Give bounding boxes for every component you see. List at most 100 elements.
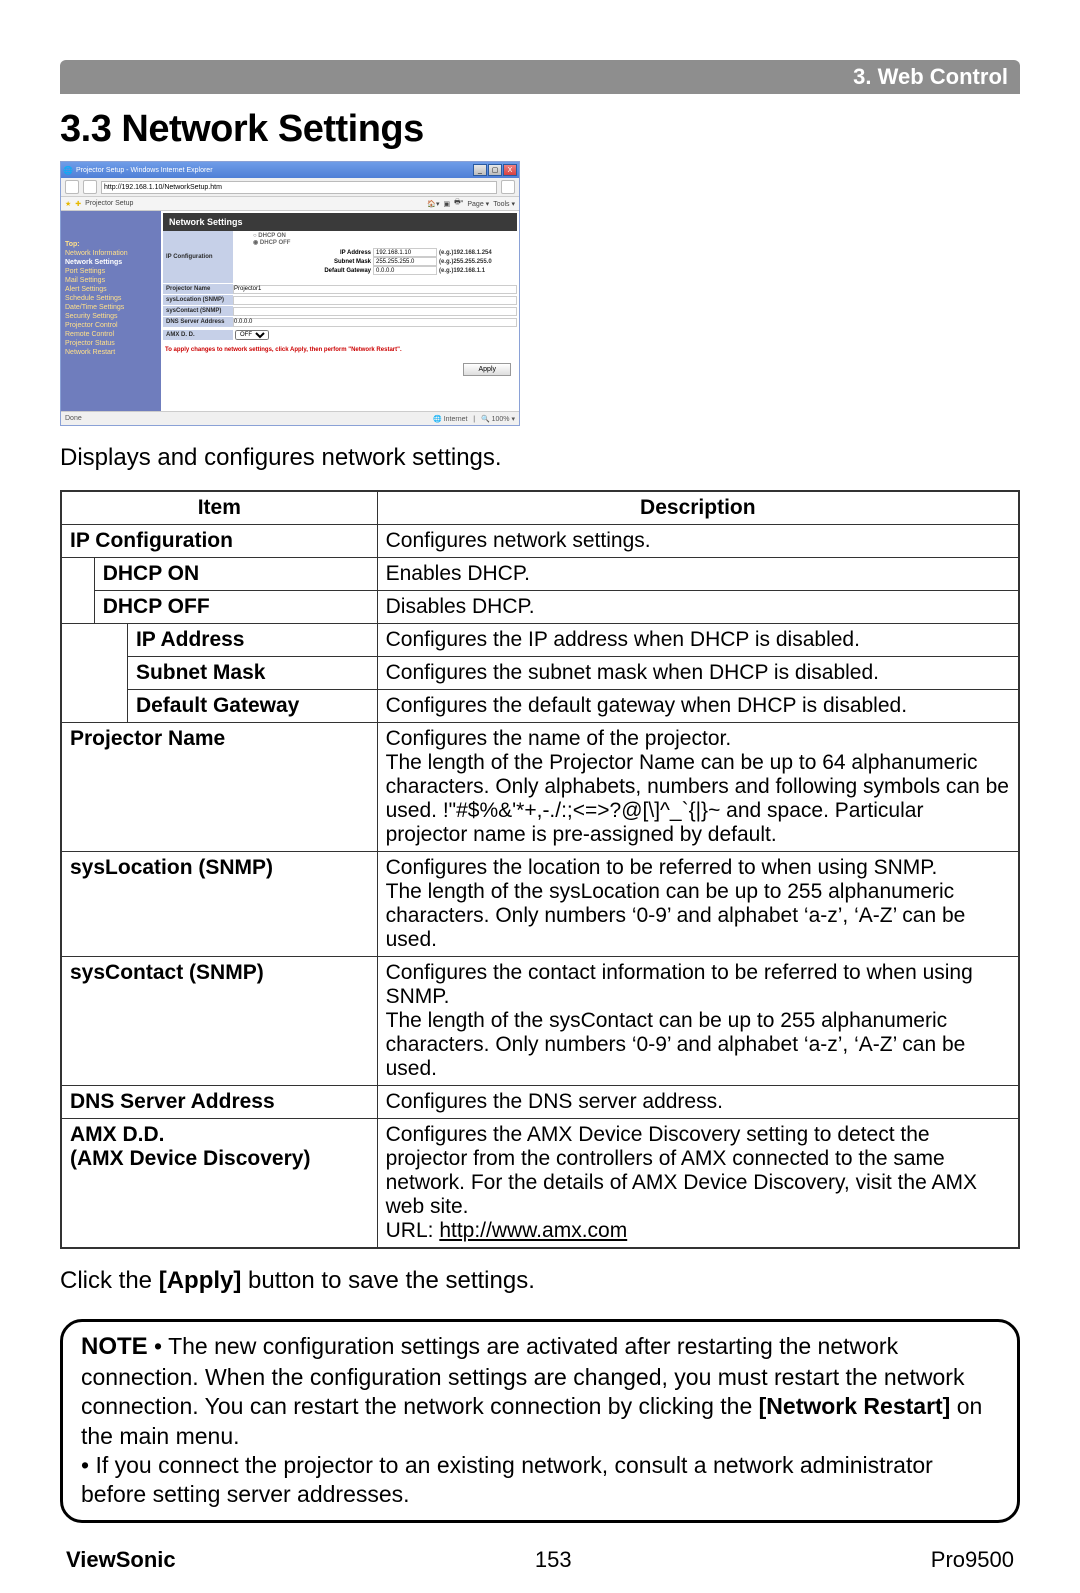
note-box: NOTE • The new configuration settings ar… bbox=[60, 1319, 1020, 1523]
indent-spacer bbox=[61, 591, 94, 624]
projector-name-input[interactable]: Projector1 bbox=[233, 285, 517, 294]
maximize-button[interactable]: ▢ bbox=[488, 164, 502, 176]
description-cell: Configures the location to be referred t… bbox=[377, 852, 1019, 957]
screenshot-figure: 🌐 Projector Setup - Windows Internet Exp… bbox=[60, 161, 1020, 426]
dns-input[interactable]: 0.0.0.0 bbox=[233, 318, 517, 327]
subnet-mask-input[interactable]: 255.255.255.0 bbox=[373, 257, 437, 266]
close-button[interactable]: X bbox=[503, 164, 517, 176]
ip-address-label: IP Address bbox=[303, 249, 373, 257]
sidebar-item-alert-settings[interactable]: Alert Settings bbox=[65, 286, 157, 293]
item-cell: AMX D.D. (AMX Device Discovery) bbox=[61, 1119, 377, 1249]
apply-instruction: Click the [Apply] button to save the set… bbox=[60, 1267, 1020, 1295]
print-icon[interactable]: 🖶▾ bbox=[454, 198, 463, 209]
settings-table: Item Description IP ConfigurationConfigu… bbox=[60, 490, 1020, 1249]
sidebar-item-network-information[interactable]: Network Information bbox=[65, 250, 157, 257]
projector-name-label: Projector Name bbox=[163, 284, 233, 294]
indent-spacer bbox=[94, 657, 127, 690]
indent-spacer bbox=[94, 690, 127, 723]
subnet-mask-label: Subnet Mask bbox=[303, 258, 373, 266]
footer-model: Pro9500 bbox=[931, 1547, 1014, 1573]
sidebar-item-projector-control[interactable]: Projector Control bbox=[65, 322, 157, 329]
description-cell: Configures the AMX Device Discovery sett… bbox=[377, 1119, 1019, 1249]
indent-spacer bbox=[61, 624, 94, 657]
tab-label[interactable]: Projector Setup bbox=[85, 200, 133, 207]
sidebar-item-schedule-settings[interactable]: Schedule Settings bbox=[65, 295, 157, 302]
description-cell: Configures network settings. bbox=[377, 525, 1019, 558]
description-cell: Configures the DNS server address. bbox=[377, 1086, 1019, 1119]
breadcrumb: 3. Web Control bbox=[60, 60, 1020, 94]
section-intro: Displays and configures network settings… bbox=[60, 444, 1020, 472]
note-text-3: • If you connect the projector to an exi… bbox=[81, 1452, 933, 1507]
item-cell: Default Gateway bbox=[127, 690, 377, 723]
sidebar-item-remote-control[interactable]: Remote Control bbox=[65, 331, 157, 338]
minimize-button[interactable]: _ bbox=[473, 164, 487, 176]
sidebar-item-port-settings[interactable]: Port Settings bbox=[65, 268, 157, 275]
tools-menu[interactable]: Tools ▾ bbox=[493, 200, 515, 208]
table-row: IP ConfigurationConfigures network setti… bbox=[61, 525, 1019, 558]
description-cell: Enables DHCP. bbox=[377, 558, 1019, 591]
rss-icon[interactable]: ▣ bbox=[444, 200, 451, 208]
syscontact-label: sysContact (SNMP) bbox=[163, 306, 233, 316]
table-row: Default GatewayConfigures the default ga… bbox=[61, 690, 1019, 723]
amx-label: AMX D. D. bbox=[163, 330, 233, 340]
amx-url-link[interactable]: http://www.amx.com bbox=[439, 1219, 627, 1242]
forward-button[interactable] bbox=[83, 180, 97, 194]
item-cell: Projector Name bbox=[61, 723, 377, 852]
sidebar-item-mail-settings[interactable]: Mail Settings bbox=[65, 277, 157, 284]
table-header-description: Description bbox=[377, 491, 1019, 525]
item-cell: IP Address bbox=[127, 624, 377, 657]
indent-spacer bbox=[61, 558, 94, 591]
table-row: sysLocation (SNMP)Configures the locatio… bbox=[61, 852, 1019, 957]
home-icon[interactable]: 🏠▾ bbox=[427, 200, 439, 208]
sidebar-item-security-settings[interactable]: Security Settings bbox=[65, 313, 157, 320]
table-row: Projector NameConfigures the name of the… bbox=[61, 723, 1019, 852]
back-button[interactable] bbox=[65, 180, 79, 194]
window-title: Projector Setup - Windows Internet Explo… bbox=[76, 167, 213, 174]
default-gateway-input[interactable]: 0.0.0.0 bbox=[373, 266, 437, 275]
add-favorite-icon[interactable]: ✚ bbox=[75, 200, 81, 208]
indent-spacer bbox=[94, 624, 127, 657]
indent-spacer bbox=[61, 690, 94, 723]
status-internet: Internet bbox=[444, 416, 468, 423]
description-cell: Disables DHCP. bbox=[377, 591, 1019, 624]
table-row: DNS Server AddressConfigures the DNS ser… bbox=[61, 1086, 1019, 1119]
item-cell: DNS Server Address bbox=[61, 1086, 377, 1119]
table-row: IP AddressConfigures the IP address when… bbox=[61, 624, 1019, 657]
search-button[interactable] bbox=[501, 180, 515, 194]
item-cell: DHCP OFF bbox=[94, 591, 377, 624]
sidebar-item-projector-status[interactable]: Projector Status bbox=[65, 340, 157, 347]
footer-page: 153 bbox=[535, 1547, 572, 1573]
default-gateway-label: Default Gateway bbox=[303, 267, 373, 275]
dhcp-off-radio[interactable]: ◉ bbox=[253, 240, 260, 246]
syslocation-label: sysLocation (SNMP) bbox=[163, 295, 233, 305]
zoom-dropdown-icon[interactable]: ▾ bbox=[511, 416, 515, 423]
address-bar[interactable]: http://192.168.1.10/NetworkSetup.htm bbox=[101, 181, 497, 194]
ip-address-input[interactable]: 192.168.1.10 bbox=[373, 248, 437, 257]
syscontact-input[interactable] bbox=[233, 307, 517, 316]
section-number: 3.3 bbox=[60, 108, 111, 150]
amx-select[interactable]: OFF bbox=[235, 330, 269, 340]
status-zoom: 100% bbox=[492, 416, 510, 423]
note-label: NOTE bbox=[81, 1333, 148, 1360]
table-row: Subnet MaskConfigures the subnet mask wh… bbox=[61, 657, 1019, 690]
ip-address-hint: (e.g.)192.168.1.254 bbox=[437, 249, 517, 257]
zoom-icon: 🔍 bbox=[481, 416, 492, 423]
item-cell: IP Configuration bbox=[61, 525, 377, 558]
description-cell: Configures the default gateway when DHCP… bbox=[377, 690, 1019, 723]
page-footer: ViewSonic 153 Pro9500 bbox=[60, 1547, 1020, 1573]
section-name: Network Settings bbox=[121, 108, 423, 150]
subnet-mask-hint: (e.g.)255.255.255.0 bbox=[437, 258, 517, 266]
sidebar-item-network-restart[interactable]: Network Restart bbox=[65, 349, 157, 356]
table-row: DHCP OFFDisables DHCP. bbox=[61, 591, 1019, 624]
page-menu[interactable]: Page ▾ bbox=[467, 200, 489, 208]
favorites-icon[interactable]: ★ bbox=[65, 200, 71, 208]
syslocation-input[interactable] bbox=[233, 296, 517, 305]
sidebar-item-network-settings[interactable]: Network Settings bbox=[65, 259, 157, 266]
sidebar-item-datetime-settings[interactable]: Date/Time Settings bbox=[65, 304, 157, 311]
footer-brand: ViewSonic bbox=[66, 1547, 176, 1573]
table-row: sysContact (SNMP)Configures the contact … bbox=[61, 957, 1019, 1086]
description-cell: Configures the name of the projector. Th… bbox=[377, 723, 1019, 852]
table-row: AMX D.D. (AMX Device Discovery)Configure… bbox=[61, 1119, 1019, 1249]
panel-title: Network Settings bbox=[163, 213, 517, 231]
apply-button[interactable]: Apply bbox=[463, 363, 511, 376]
